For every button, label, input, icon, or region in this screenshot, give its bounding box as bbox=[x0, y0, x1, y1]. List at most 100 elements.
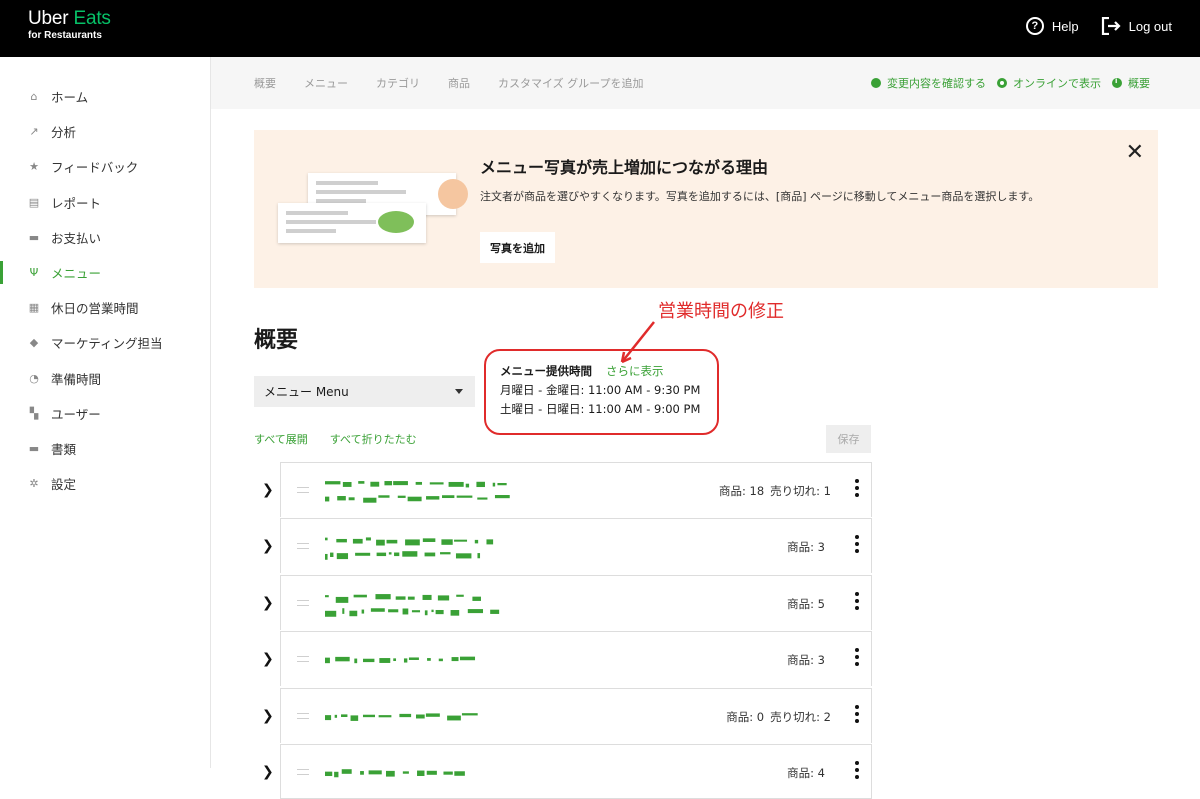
info-icon bbox=[1112, 77, 1122, 88]
collapse-all-link[interactable]: すべて折りたたむ bbox=[330, 431, 417, 447]
item-count: 商品: 3 bbox=[787, 540, 825, 555]
drag-handle-icon[interactable] bbox=[297, 769, 309, 775]
sidebar-item-3[interactable]: ▤ レポート bbox=[0, 185, 210, 220]
add-photo-button[interactable]: 写真を追加 bbox=[480, 232, 555, 263]
drag-handle-icon[interactable] bbox=[297, 656, 309, 663]
sidebar: ⌂ ホーム ↗ 分析 ★ フィードバック ▤ レポート ▬ お支払い Ψ メニュー ▦ 休日の営業時間 ◆ マ… bbox=[0, 57, 211, 768]
overview-link[interactable]: 概要 bbox=[1112, 75, 1150, 91]
chevron-right-icon[interactable]: ❯ bbox=[262, 651, 274, 667]
photo-tip-banner: メニュー写真が売上増加につながる理由 注文者が商品を選びやすくなります。写真を追… bbox=[254, 130, 1158, 288]
category-row[interactable]: ❯ 商品: 0 売り切れ: 2 bbox=[254, 687, 872, 744]
category-card[interactable]: 商品: 3 bbox=[280, 631, 872, 687]
sidebar-item-0[interactable]: ⌂ ホーム bbox=[0, 79, 210, 114]
category-card[interactable]: 商品: 3 bbox=[280, 518, 872, 574]
save-button[interactable]: 保存 bbox=[826, 425, 871, 453]
help-icon: ? bbox=[1025, 17, 1044, 35]
home-icon: ⌂ bbox=[30, 90, 38, 104]
sub-navigation: 概要 メニュー カテゴリ 商品 カスタマイズ グループを追加 変更内容を確認する オンラ… bbox=[211, 57, 1200, 109]
sidebar-item-label: ホーム bbox=[51, 90, 89, 106]
tag-icon: ◆ bbox=[29, 336, 39, 350]
sidebar-item-8[interactable]: ◔ 準備時間 bbox=[0, 361, 210, 396]
item-count: 商品: 5 bbox=[787, 596, 825, 611]
tab-4[interactable]: カスタマイズ グループを追加 bbox=[498, 75, 644, 91]
more-options-icon[interactable] bbox=[855, 704, 859, 723]
sidebar-item-label: お支払い bbox=[51, 230, 102, 246]
more-options-icon[interactable] bbox=[855, 479, 859, 497]
star-icon: ★ bbox=[29, 160, 39, 174]
sidebar-item-9[interactable]: ▚ ユーザー bbox=[0, 396, 210, 431]
expand-all-link[interactable]: すべて展開 bbox=[254, 431, 308, 447]
more-options-icon[interactable] bbox=[855, 648, 859, 667]
sidebar-item-7[interactable]: ◆ マーケティング担当 bbox=[0, 325, 210, 360]
drag-handle-icon[interactable] bbox=[297, 712, 309, 719]
category-row[interactable]: ❯ 商品: 18 売り切れ: 1 bbox=[254, 462, 872, 518]
sidebar-item-2[interactable]: ★ フィードバック bbox=[0, 149, 210, 184]
sidebar-item-label: 準備時間 bbox=[51, 371, 102, 387]
sidebar-item-5[interactable]: Ψ メニュー bbox=[0, 255, 210, 290]
tab-3[interactable]: 商品 bbox=[448, 75, 470, 91]
report-icon: ▤ bbox=[28, 195, 40, 209]
logout-button[interactable]: Log out bbox=[1101, 17, 1172, 35]
redacted-name bbox=[325, 593, 500, 617]
chevron-right-icon[interactable]: ❯ bbox=[262, 595, 274, 611]
close-icon[interactable]: ✕ bbox=[1126, 140, 1144, 165]
category-card[interactable]: 商品: 4 bbox=[280, 744, 872, 799]
redacted-name bbox=[325, 712, 478, 721]
banner-title: メニュー写真が売上増加につながる理由 bbox=[480, 158, 769, 177]
item-count: 商品: 4 bbox=[787, 766, 825, 780]
chevron-right-icon[interactable]: ❯ bbox=[262, 764, 274, 780]
drag-handle-icon[interactable] bbox=[297, 543, 309, 550]
more-options-icon[interactable] bbox=[855, 761, 859, 779]
more-options-icon[interactable] bbox=[855, 591, 859, 610]
sold-out-count: 売り切れ: 1 bbox=[770, 484, 831, 498]
timer-icon: ◔ bbox=[29, 371, 39, 385]
show-online-link[interactable]: オンラインで表示 bbox=[997, 75, 1101, 91]
item-count: 商品: 0 bbox=[726, 709, 765, 724]
page-title: 概要 bbox=[254, 328, 299, 353]
menu-illustration bbox=[278, 173, 468, 253]
banner-description: 注文者が商品を選びやすくなります。写真を追加するには、[商品] ページに移動して… bbox=[480, 190, 1040, 203]
drag-handle-icon[interactable] bbox=[297, 487, 309, 493]
sidebar-item-11[interactable]: ✲ 設定 bbox=[0, 466, 210, 501]
clock-icon bbox=[871, 78, 881, 88]
tab-0[interactable]: 概要 bbox=[254, 75, 276, 91]
annotation-text: 営業時間の修正 bbox=[658, 301, 784, 322]
payment-icon: ▬ bbox=[28, 230, 40, 244]
category-row[interactable]: ❯ 商品: 3 bbox=[254, 518, 872, 574]
chevron-right-icon[interactable]: ❯ bbox=[262, 482, 274, 498]
drag-handle-icon[interactable] bbox=[297, 599, 309, 606]
tab-1[interactable]: メニュー bbox=[304, 75, 348, 91]
category-card[interactable]: 商品: 18 売り切れ: 1 bbox=[280, 462, 872, 517]
sidebar-item-label: 書類 bbox=[51, 441, 77, 457]
redacted-name bbox=[325, 656, 476, 664]
category-row[interactable]: ❯ 商品: 4 bbox=[254, 744, 872, 799]
chevron-down-icon bbox=[455, 389, 463, 394]
redacted-name bbox=[325, 537, 494, 561]
chevron-right-icon[interactable]: ❯ bbox=[262, 708, 274, 724]
category-card[interactable]: 商品: 0 売り切れ: 2 bbox=[280, 687, 872, 743]
folder-icon: ▬ bbox=[28, 441, 40, 455]
tab-2[interactable]: カテゴリ bbox=[376, 75, 420, 91]
help-button[interactable]: ? Help bbox=[1025, 17, 1079, 35]
top-bar: Uber Eats for Restaurants ? Help Log out bbox=[0, 0, 1200, 57]
chevron-right-icon[interactable]: ❯ bbox=[262, 538, 274, 554]
gear-icon: ✲ bbox=[29, 477, 39, 491]
sidebar-item-10[interactable]: ▬ 書類 bbox=[0, 431, 210, 466]
review-changes-link[interactable]: 変更内容を確認する bbox=[871, 75, 986, 91]
sidebar-item-1[interactable]: ↗ 分析 bbox=[0, 114, 210, 149]
chart-icon: ↗ bbox=[29, 125, 39, 139]
item-count: 商品: 3 bbox=[787, 653, 825, 668]
sidebar-item-label: ユーザー bbox=[51, 406, 101, 422]
calendar-icon: ▦ bbox=[28, 301, 40, 315]
more-options-icon[interactable] bbox=[855, 535, 859, 554]
sidebar-item-6[interactable]: ▦ 休日の営業時間 bbox=[0, 290, 210, 325]
menu-select[interactable]: メニュー Menu bbox=[254, 376, 475, 407]
category-card[interactable]: 商品: 5 bbox=[280, 574, 872, 630]
sold-out-count: 売り切れ: 2 bbox=[770, 709, 831, 724]
redacted-name bbox=[325, 769, 465, 778]
category-row[interactable]: ❯ 商品: 3 bbox=[254, 631, 872, 687]
sidebar-item-4[interactable]: ▬ お支払い bbox=[0, 220, 210, 255]
uber-eats-logo[interactable]: Uber Eats for Restaurants bbox=[28, 9, 111, 41]
category-row[interactable]: ❯ 商品: 5 bbox=[254, 574, 872, 631]
users-icon: ▚ bbox=[29, 406, 39, 420]
